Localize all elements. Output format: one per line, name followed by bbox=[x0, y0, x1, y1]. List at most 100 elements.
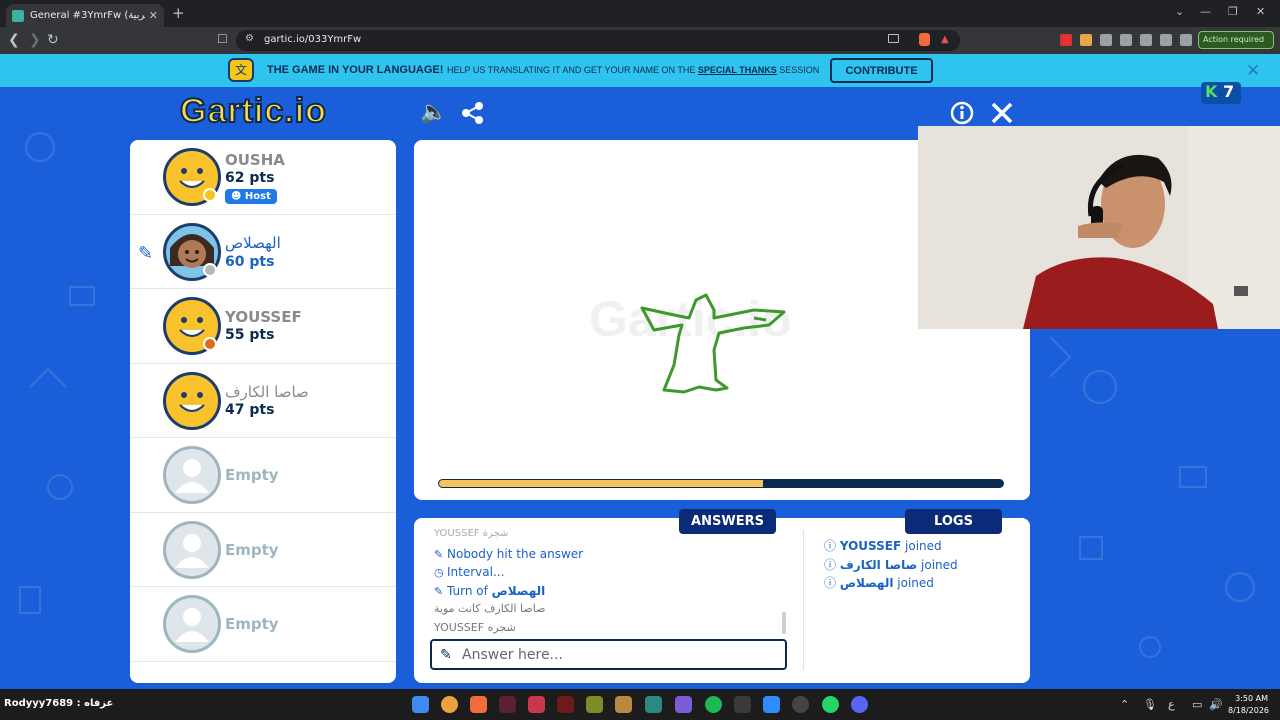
omnibox[interactable]: ⚙ gartic.io/033YmrFw ▲ bbox=[236, 30, 960, 51]
maximize-icon[interactable]: ❐ bbox=[1228, 5, 1238, 18]
player-name: YOUSSEF bbox=[225, 308, 302, 326]
empty-avatar-icon bbox=[163, 446, 221, 504]
clock[interactable]: 3:50 AM 8/18/2026 bbox=[1228, 693, 1270, 717]
answer-message: YOUSSEF شجرة bbox=[434, 528, 509, 539]
answer-field[interactable]: ✎ bbox=[430, 639, 787, 670]
app-icon[interactable] bbox=[734, 696, 751, 713]
answer-input[interactable] bbox=[462, 645, 777, 665]
exit-icon[interactable] bbox=[991, 102, 1013, 124]
whatsapp-icon[interactable] bbox=[822, 696, 839, 713]
volume-icon[interactable]: 🔊 bbox=[1209, 698, 1223, 711]
player-name: الهصلاص bbox=[225, 233, 281, 252]
back-icon[interactable]: ❮ bbox=[8, 32, 20, 48]
reload-icon[interactable]: ↻ bbox=[47, 32, 59, 48]
system-message: ✎ Turn of الهصلاص bbox=[434, 583, 546, 598]
player-name: OUSHA bbox=[225, 151, 285, 169]
clock-date: 8/18/2026 bbox=[1228, 706, 1270, 715]
pencil-icon: ✎ bbox=[434, 547, 444, 561]
app-icon[interactable] bbox=[528, 696, 545, 713]
drawing-pencil-icon: ✎ bbox=[138, 242, 154, 264]
app-icon[interactable] bbox=[499, 696, 516, 713]
banner-text: HELP US TRANSLATING IT AND GET YOUR NAME… bbox=[447, 65, 820, 75]
app-icon[interactable] bbox=[675, 696, 692, 713]
chat-scrollbar[interactable] bbox=[782, 612, 786, 634]
info-circle-icon: ⓘ bbox=[824, 576, 837, 590]
network-icon[interactable]: ▭ bbox=[1192, 698, 1202, 711]
k-logo-icon: K bbox=[1205, 82, 1218, 101]
empty-label: Empty bbox=[225, 540, 279, 559]
smiley-avatar-icon bbox=[179, 391, 205, 412]
player-points: 55 pts bbox=[225, 327, 275, 343]
tray-chevron-icon[interactable]: ⌃ bbox=[1120, 698, 1129, 711]
player-card[interactable]: YOUSSEF 55 pts bbox=[130, 289, 396, 364]
status-dot bbox=[203, 262, 217, 277]
avatar bbox=[163, 371, 221, 430]
chat-divider bbox=[803, 530, 804, 670]
input-language[interactable]: ع bbox=[1168, 698, 1175, 711]
close-window-icon[interactable]: ✕ bbox=[1256, 5, 1265, 18]
close-tab-icon[interactable]: ✕ bbox=[149, 9, 158, 22]
brave-shield-icon[interactable] bbox=[919, 33, 930, 46]
gartic-favicon-icon bbox=[12, 9, 24, 22]
wallet-icon[interactable] bbox=[1140, 34, 1152, 46]
app-icon[interactable] bbox=[557, 696, 574, 713]
info-icon[interactable] bbox=[950, 101, 974, 125]
start-icon[interactable] bbox=[412, 696, 429, 713]
vpn-icon[interactable] bbox=[1180, 34, 1192, 46]
app-icon[interactable] bbox=[615, 696, 632, 713]
empty-slot: Empty bbox=[130, 587, 396, 662]
webcam-person-image bbox=[918, 126, 1280, 329]
browser-tab[interactable]: General #3YmrFw (العربية) - Gart ✕ bbox=[6, 4, 164, 27]
brave-icon[interactable] bbox=[470, 696, 487, 713]
microphone-icon[interactable]: 🎙 bbox=[1143, 698, 1157, 711]
cast-icon[interactable] bbox=[888, 34, 899, 43]
site-info-icon[interactable]: ⚙ bbox=[245, 33, 254, 44]
browser-tab-bar: General #3YmrFw (العربية) - Gart ✕ + ⌄ —… bbox=[0, 0, 1280, 27]
translate-icon: 文 bbox=[228, 58, 254, 82]
sidebar-icon[interactable] bbox=[1120, 34, 1132, 46]
action-required-button[interactable]: Action required bbox=[1198, 31, 1274, 49]
banner-headline: THE GAME IN YOUR LANGUAGE! bbox=[267, 64, 444, 76]
tab-logs[interactable]: LOGS bbox=[905, 509, 1002, 534]
url-text: gartic.io/033YmrFw bbox=[264, 34, 362, 45]
contribute-button[interactable]: CONTRIBUTE bbox=[830, 58, 933, 83]
translation-banner: 文 THE GAME IN YOUR LANGUAGE! HELP US TRA… bbox=[0, 54, 1280, 87]
answers-list: YOUSSEF شجرة ✎ Nobody hit the answer ◷ Int… bbox=[434, 528, 784, 639]
bookmark-icon[interactable]: ☐ bbox=[217, 32, 228, 46]
empty-label: Empty bbox=[225, 466, 279, 484]
system-message: ✎ Nobody hit the answer bbox=[434, 546, 584, 561]
player-card[interactable]: صاصا الكارف 47 pts bbox=[130, 364, 396, 438]
k-badge: K 7 bbox=[1201, 82, 1241, 104]
info-circle-icon: ⓘ bbox=[824, 539, 837, 553]
brave-rewards-icon[interactable]: ▲ bbox=[941, 34, 949, 45]
sound-icon[interactable]: 🔈 bbox=[420, 100, 447, 125]
gartic-logo[interactable]: Gartic.io bbox=[179, 91, 327, 131]
leo-icon[interactable] bbox=[1160, 34, 1172, 46]
round-timer-bar bbox=[438, 479, 1004, 488]
share-icon[interactable] bbox=[461, 101, 485, 125]
tab-search-icon[interactable]: ⌄ bbox=[1175, 5, 1184, 18]
spotify-icon[interactable] bbox=[705, 696, 722, 713]
minimize-icon[interactable]: — bbox=[1200, 5, 1211, 18]
obs-icon[interactable] bbox=[792, 696, 809, 713]
new-tab-icon[interactable]: + bbox=[172, 4, 185, 22]
player-card[interactable]: OUSHA 62 pts ☻ Host bbox=[130, 140, 396, 215]
banner-close-icon[interactable]: ✕ bbox=[1246, 61, 1260, 81]
log-entry: ⓘ الهصلاص joined bbox=[824, 576, 934, 590]
clock-icon: ◷ bbox=[434, 566, 444, 579]
log-entry: ⓘ صاصا الكارف joined bbox=[824, 557, 958, 572]
extension-icon[interactable] bbox=[1080, 34, 1092, 46]
extension-icon[interactable] bbox=[1060, 34, 1072, 46]
extensions-puzzle-icon[interactable] bbox=[1100, 34, 1112, 46]
empty-avatar-icon bbox=[163, 595, 221, 653]
special-thanks-link[interactable]: SPECIAL THANKS bbox=[698, 65, 777, 75]
player-card[interactable]: ✎ الهصلاص 60 pts bbox=[130, 215, 396, 289]
log-entry: ⓘ YOUSSEF joined bbox=[824, 539, 942, 553]
forward-icon[interactable]: ❯ bbox=[29, 32, 41, 48]
players-list: OUSHA 62 pts ☻ Host ✎ الهصلاص 60 pts YOU… bbox=[130, 140, 396, 683]
zoom-icon[interactable] bbox=[763, 696, 780, 713]
app-icon[interactable] bbox=[645, 696, 662, 713]
discord-icon[interactable] bbox=[851, 696, 868, 713]
app-icon[interactable] bbox=[586, 696, 603, 713]
chrome-icon[interactable] bbox=[441, 696, 458, 713]
